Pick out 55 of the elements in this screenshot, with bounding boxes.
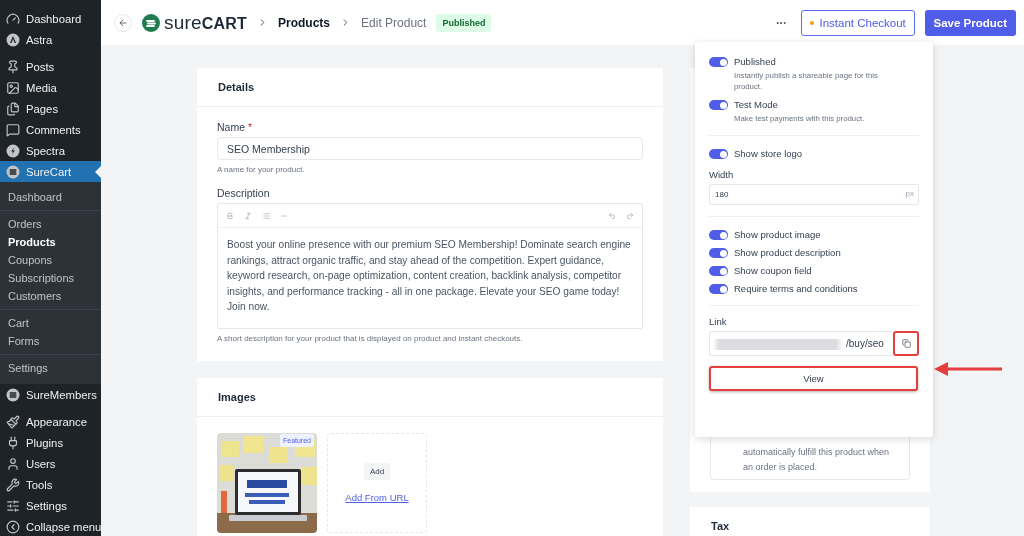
sidebar-item[interactable]: Collapse menu <box>0 516 101 536</box>
sidebar-item[interactable]: Appearance <box>0 411 101 432</box>
save-button[interactable]: Save Product <box>924 9 1016 36</box>
sidebar-item[interactable]: Dashboard <box>0 8 101 29</box>
sidebar-item[interactable]: Settings <box>0 495 101 516</box>
sidebar-item[interactable]: Posts <box>0 56 101 77</box>
submenu-item[interactable]: Forms <box>0 332 101 350</box>
submenu-item[interactable]: Coupons <box>0 251 101 269</box>
field-label: Description <box>217 187 271 199</box>
toggle-label: Show coupon field <box>734 265 812 276</box>
toggle-label: Published <box>734 56 777 67</box>
logo-text: sureCART <box>164 11 247 34</box>
unit-text: px <box>905 189 914 198</box>
field-label: Name * <box>217 121 254 133</box>
add-from-url-link[interactable]: Add From URL <box>345 491 409 503</box>
help-text: A short description for your product that is displayed on product and instant checkouts. <box>217 333 524 343</box>
card-title: Tax <box>690 507 930 536</box>
submenu-item[interactable]: Dashboard <box>0 188 101 206</box>
link-field[interactable]: /buy/seo <box>709 331 893 356</box>
sidebar-item[interactable]: Pages <box>0 98 101 119</box>
sidebar-item[interactable]: Users <box>0 453 101 474</box>
sidebar-item[interactable]: Astra <box>0 29 101 50</box>
help-text: A name for your product. <box>217 165 306 174</box>
toggle-label: Show store logo <box>734 148 803 159</box>
breadcrumb-item: Edit Product <box>361 15 427 30</box>
toggle-label: Show product description <box>734 247 841 258</box>
card-title: Images <box>197 377 663 417</box>
required-mark: * <box>247 121 253 133</box>
card-title: Details <box>197 68 663 107</box>
sidebar-item[interactable]: Tools <box>0 474 101 495</box>
sidebar-item[interactable]: Comments <box>0 119 101 140</box>
toggle-label: Test Mode <box>734 99 779 110</box>
submenu-item[interactable]: Products <box>0 233 101 251</box>
sidebar-item[interactable]: Media <box>0 77 101 98</box>
name-field[interactable]: SEO Membership <box>217 137 643 160</box>
sidebar-item[interactable]: Spectra <box>0 140 101 161</box>
sidebar-item[interactable]: SureCart <box>0 161 101 182</box>
field-label: Width <box>709 169 735 180</box>
fulfillment-text: automatically fulfill this product when an order is placed. <box>743 446 891 474</box>
instant-checkout-button[interactable]: Instant Checkout <box>800 9 915 36</box>
toggle-label: Show product image <box>734 229 821 240</box>
sidebar-item[interactable]: Plugins <box>0 432 101 453</box>
submenu-item[interactable]: Customers <box>0 287 101 305</box>
breadcrumb-item[interactable]: Products <box>278 15 331 30</box>
sidebar-item[interactable]: SureMembers <box>0 384 101 405</box>
status-badge: Published <box>436 13 492 32</box>
field-label: Link <box>709 316 728 327</box>
submenu-item[interactable]: Cart <box>0 314 101 332</box>
submenu-item[interactable]: Subscriptions <box>0 269 101 287</box>
description-text: Boost your online presence with our premium SEO Membership! Dominate search engine rankings, attract organic traffic, and stay ahead of the competition. Expert guidance, keyword research, on-page optimization, content creation, backlink analysis, competitor insights, and performance tracking - all in one package. Elevate your SEO game today! Join now. <box>226 238 632 314</box>
submenu-item[interactable]: Settings <box>0 359 101 377</box>
add-button[interactable]: Add <box>363 462 391 480</box>
view-button[interactable]: View <box>709 366 918 391</box>
submenu-item[interactable]: Orders <box>0 215 101 233</box>
toggle-label: Require terms and conditions <box>734 283 858 294</box>
